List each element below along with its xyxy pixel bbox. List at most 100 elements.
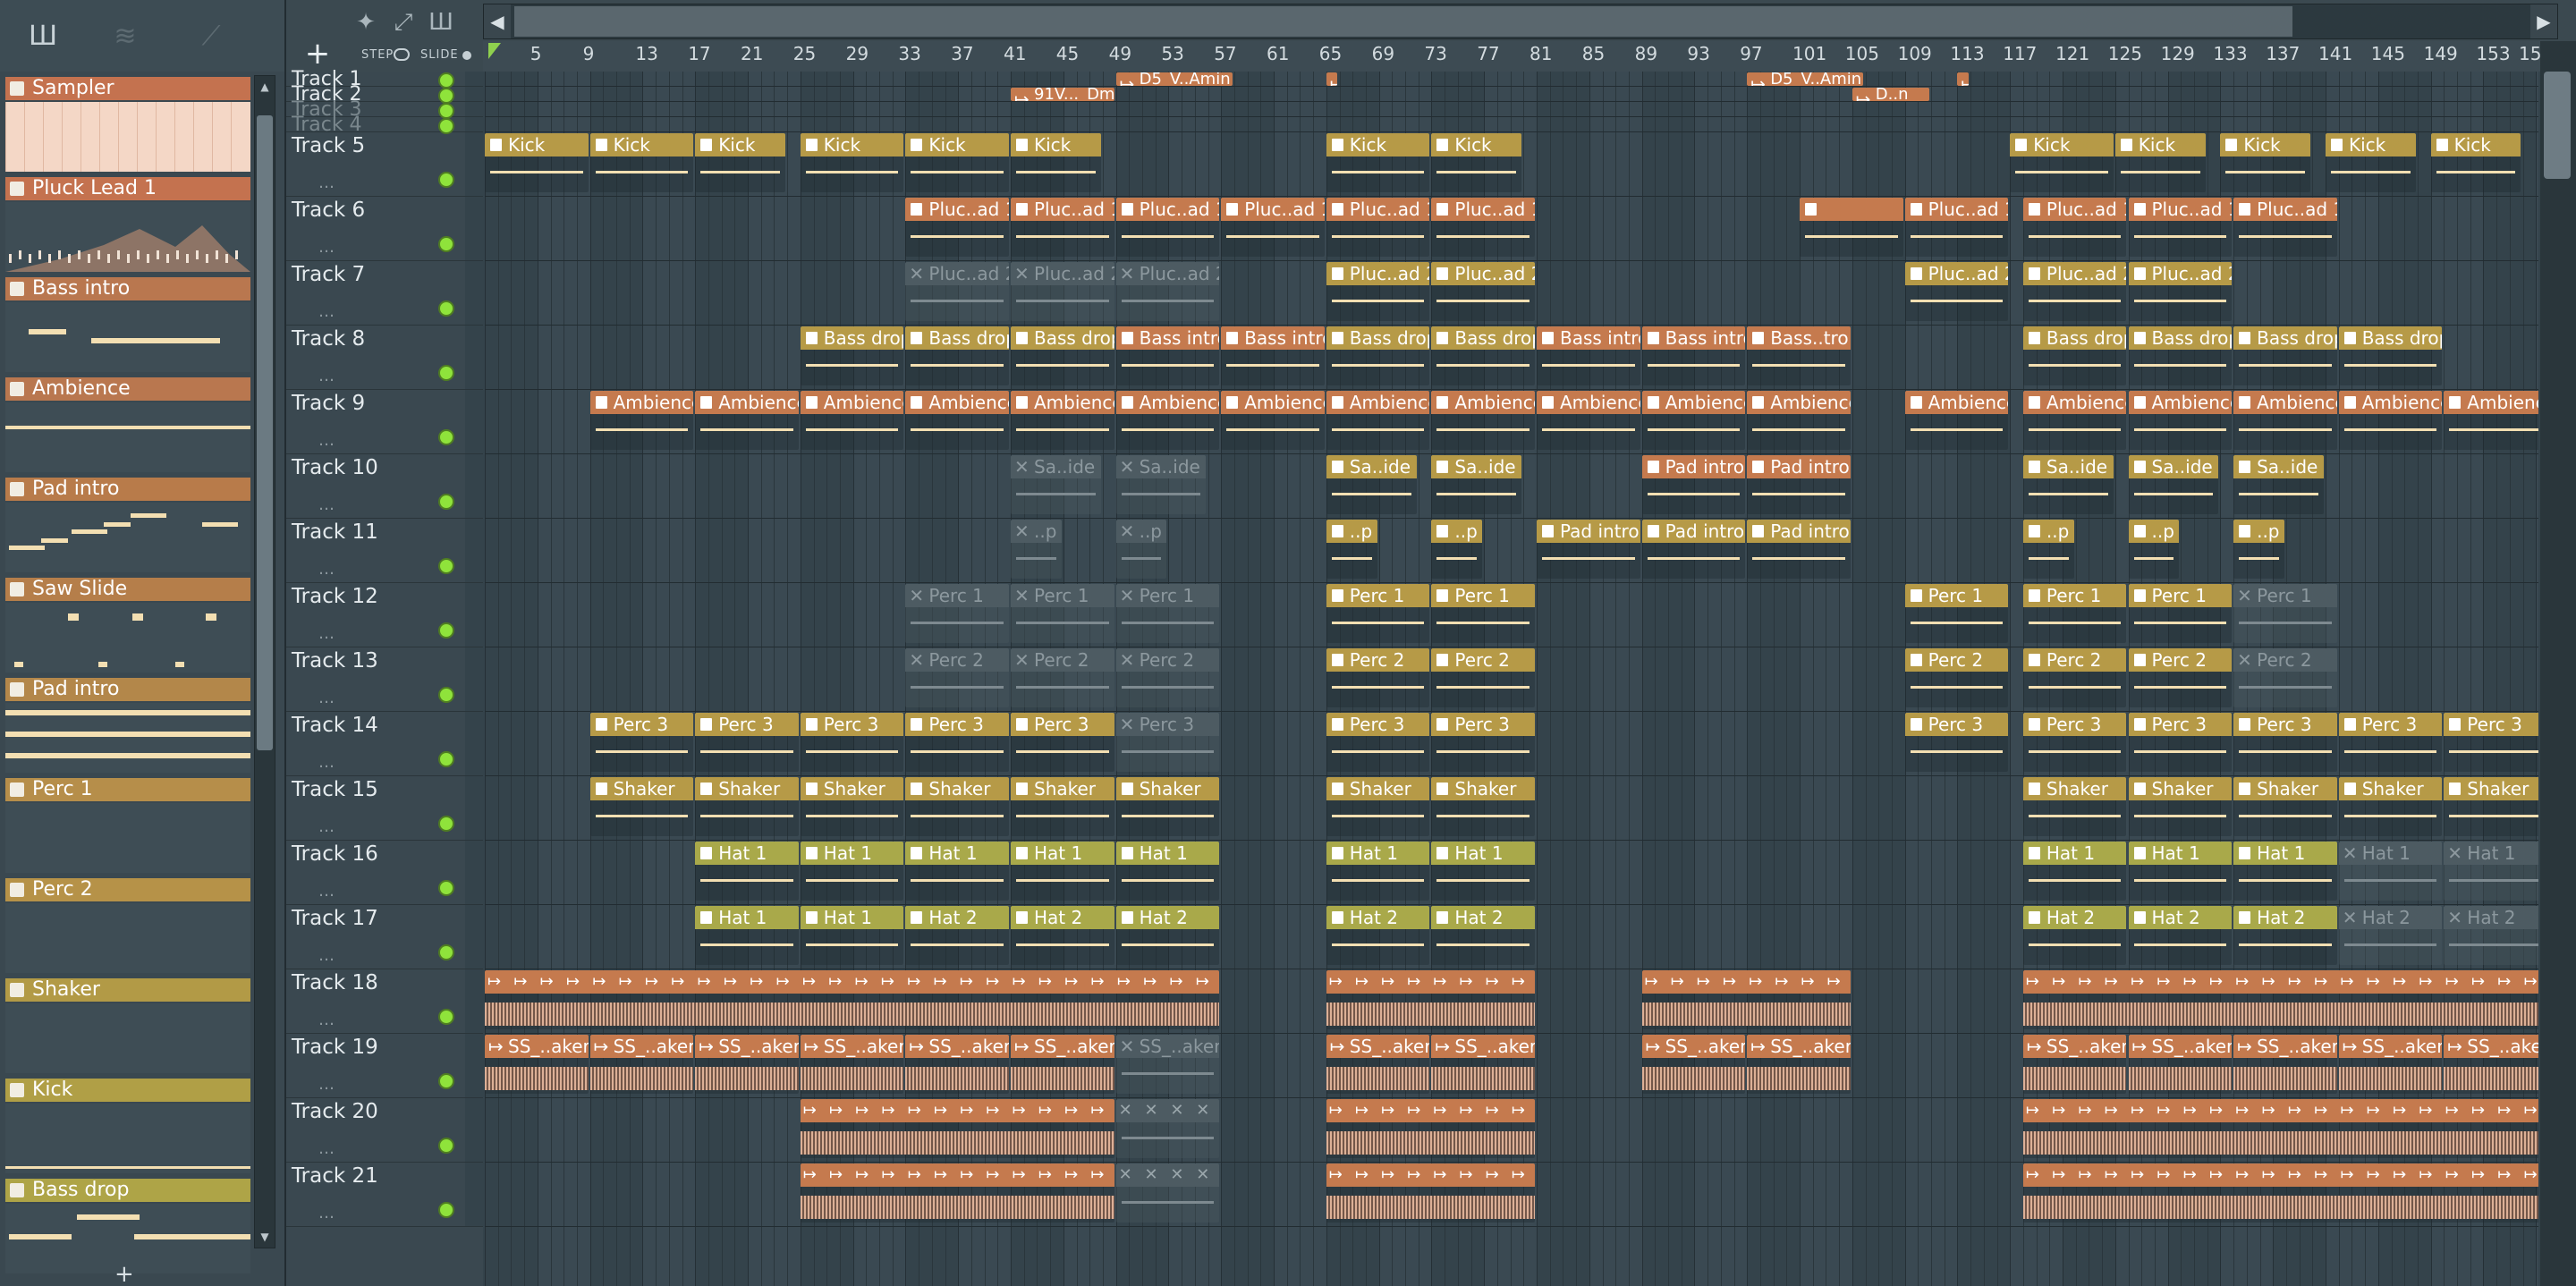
playlist-clip[interactable]: Bass drop bbox=[1326, 326, 1430, 385]
clip-header[interactable]: ✕ Perc 1 bbox=[1011, 584, 1114, 607]
clip-header[interactable]: Bass drop bbox=[2022, 326, 2127, 350]
clip-header[interactable]: ↦ ↦ ↦ ↦ ↦ ↦ ↦ ↦ ↦ ↦ ↦ ↦ ↦ ↦ ↦ ↦ ↦ ↦ ↦ ↦ bbox=[2022, 1163, 2538, 1187]
clip-header[interactable]: Hat 2 bbox=[1326, 906, 1430, 929]
clip-header[interactable]: Pluc..ad 2 bbox=[2128, 262, 2233, 285]
playlist-clip[interactable]: ✕ Perc 1 bbox=[905, 584, 1009, 643]
playlist-clip[interactable]: Shaker bbox=[2022, 777, 2127, 836]
playlist-clip[interactable]: ✕ Hat 1 bbox=[2444, 842, 2538, 901]
playlist-clip[interactable]: Perc 1 bbox=[2128, 584, 2233, 643]
track-header[interactable]: Track 5… bbox=[286, 132, 483, 197]
playlist-clip[interactable]: Ambience bbox=[1011, 391, 1114, 450]
slide-toggle[interactable] bbox=[462, 51, 471, 60]
clip-header[interactable]: Perc 3 bbox=[2444, 713, 2538, 736]
clip-header[interactable]: ✕ Perc 2 bbox=[1115, 648, 1220, 672]
playlist-clip[interactable]: Pluc..ad 2 bbox=[2022, 262, 2127, 321]
playlist-clip[interactable]: ✕ Perc 3 bbox=[1115, 713, 1220, 772]
playlist-clip[interactable]: Pluc..ad 2 bbox=[1904, 262, 2009, 321]
clip-header[interactable]: ✕ Perc 1 bbox=[905, 584, 1009, 607]
playlist-clip[interactable]: ↦SS_..aker bbox=[1641, 1035, 1746, 1094]
pattern-item[interactable]: Shaker bbox=[5, 978, 250, 1079]
clip-header[interactable]: ✕ Hat 2 bbox=[2338, 906, 2443, 929]
track-name[interactable]: Track 7 bbox=[292, 263, 365, 286]
playlist-clip[interactable]: Perc 2 bbox=[1431, 648, 1535, 707]
clip-header[interactable]: Hat 2 bbox=[2022, 906, 2127, 929]
playlist-clip[interactable]: Perc 1 bbox=[1431, 584, 1535, 643]
playlist-clip[interactable]: Hat 2 bbox=[2128, 906, 2233, 965]
track-header[interactable]: Track 13… bbox=[286, 647, 483, 712]
track-header[interactable]: Track 6… bbox=[286, 197, 483, 261]
playlist-clip[interactable]: Perc 2 bbox=[2022, 648, 2127, 707]
playlist-clip[interactable]: Kick bbox=[800, 133, 904, 192]
clip-header[interactable]: Sa..ide bbox=[2128, 455, 2219, 478]
clip-header[interactable]: Shaker bbox=[800, 777, 904, 800]
playlist-clip[interactable]: Bass intro bbox=[1221, 326, 1325, 385]
clip-header[interactable]: Shaker bbox=[1431, 777, 1535, 800]
clip-header[interactable]: Ambience bbox=[2022, 391, 2127, 414]
clip-header[interactable]: Pluc..ad 1 bbox=[1431, 198, 1535, 221]
clip-header[interactable]: Hat 2 bbox=[1431, 906, 1535, 929]
clip-header[interactable]: Kick bbox=[2010, 133, 2114, 157]
clip-header[interactable]: Kick bbox=[1431, 133, 1522, 157]
playlist-clip[interactable]: Hat 1 bbox=[800, 906, 904, 965]
clip-header[interactable]: ✕ SS_..aker bbox=[1115, 1035, 1220, 1058]
playlist-clip[interactable]: Hat 1 bbox=[1011, 842, 1114, 901]
pattern-item[interactable]: Sampler bbox=[5, 77, 250, 177]
track-options-icon[interactable]: … bbox=[318, 948, 335, 964]
clip-header[interactable]: Ambience bbox=[1537, 391, 1640, 414]
track-resize-grip[interactable] bbox=[465, 132, 483, 196]
clip-header[interactable]: Pluc..ad 1 bbox=[2128, 198, 2233, 221]
playlist-clip[interactable]: Shaker bbox=[2444, 777, 2538, 836]
clip-header[interactable]: Ambience bbox=[1641, 391, 1746, 414]
track-resize-grip[interactable] bbox=[465, 647, 483, 711]
clip-header[interactable]: Pluc..ad 2 bbox=[1431, 262, 1535, 285]
playlist-clip[interactable]: ..p bbox=[2128, 520, 2180, 579]
track-options-icon[interactable]: … bbox=[318, 240, 335, 256]
clip-header[interactable]: ✕ Pluc..ad 2 bbox=[905, 262, 1009, 285]
waveform-icon[interactable]: ≋ bbox=[106, 23, 145, 50]
playlist-clip[interactable]: Hat 1 bbox=[1431, 842, 1535, 901]
mute-led-icon[interactable] bbox=[438, 816, 454, 832]
mute-led-icon[interactable] bbox=[438, 1009, 454, 1025]
scroll-up-icon[interactable]: ▲ bbox=[255, 76, 275, 97]
track-options-icon[interactable]: … bbox=[318, 433, 335, 449]
mute-led-icon[interactable] bbox=[438, 494, 454, 510]
playlist-clip[interactable]: Bass drop bbox=[1011, 326, 1114, 385]
playlist-clip[interactable]: Kick bbox=[2010, 133, 2114, 192]
clip-header[interactable]: ✕ Hat 1 bbox=[2338, 842, 2443, 865]
track-name[interactable]: Track 12 bbox=[292, 585, 378, 608]
clip-header[interactable]: Ambience bbox=[1326, 391, 1430, 414]
playlist-clip[interactable]: Bass intro bbox=[1641, 326, 1746, 385]
clip-header[interactable]: ..p bbox=[1326, 520, 1377, 543]
playlist-clip[interactable]: Perc 2 bbox=[2128, 648, 2233, 707]
clip-header[interactable]: ✕ Perc 1 bbox=[1115, 584, 1220, 607]
playlist-clip[interactable]: ↦SS_..aker bbox=[1747, 1035, 1851, 1094]
clip-header[interactable]: Bass intro bbox=[1221, 326, 1325, 350]
clip-header[interactable]: Ambience bbox=[2338, 391, 2443, 414]
pattern-item[interactable]: Pad intro bbox=[5, 678, 250, 778]
playlist-clip[interactable]: Bass intro bbox=[1115, 326, 1220, 385]
playlist-clip[interactable]: ✕ Pluc..ad 2 bbox=[905, 262, 1009, 321]
track-resize-grip[interactable] bbox=[465, 102, 483, 116]
track-header[interactable]: Track 18… bbox=[286, 969, 483, 1034]
clip-header[interactable]: Perc 2 bbox=[1904, 648, 2009, 672]
track-resize-grip[interactable] bbox=[465, 197, 483, 260]
add-pattern-button[interactable]: + bbox=[114, 1263, 134, 1286]
clip-header[interactable]: ✕ Pluc..ad 2 bbox=[1115, 262, 1220, 285]
mute-led-icon[interactable] bbox=[438, 687, 454, 703]
track-options-icon[interactable]: … bbox=[318, 1012, 335, 1028]
playlist-clip[interactable]: Hat 1 bbox=[695, 906, 799, 965]
clip-header[interactable]: Bass drop bbox=[2128, 326, 2233, 350]
playlist-clip[interactable]: ↦SS_..aker bbox=[2233, 1035, 2337, 1094]
playlist-clip[interactable]: Pad intro bbox=[1747, 455, 1851, 514]
playlist-clip[interactable]: ↦SS_..aker bbox=[695, 1035, 799, 1094]
playlist-clip[interactable] bbox=[1800, 198, 1903, 257]
clip-header[interactable]: Hat 2 bbox=[1115, 906, 1220, 929]
track-header[interactable]: Track 17… bbox=[286, 905, 483, 969]
playlist-clip[interactable]: Shaker bbox=[2128, 777, 2233, 836]
playlist-clip[interactable]: Hat 2 bbox=[1431, 906, 1535, 965]
clip-header[interactable]: Pluc..ad 1 bbox=[1221, 198, 1325, 221]
clip-header[interactable]: Perc 3 bbox=[695, 713, 799, 736]
playlist-clip[interactable]: Perc 3 bbox=[1011, 713, 1114, 772]
clip-header[interactable]: ✕ ✕ ✕ ✕ bbox=[1115, 1099, 1220, 1122]
playlist-clip[interactable]: ↦SS_..aker bbox=[2444, 1035, 2538, 1094]
